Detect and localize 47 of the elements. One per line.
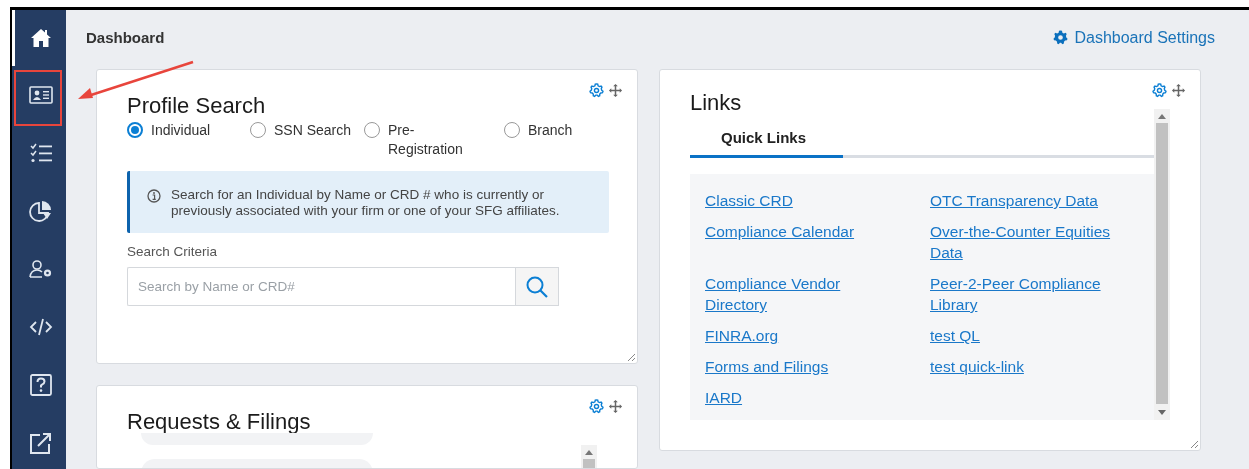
link[interactable]: Over-the-Counter Equities Data (930, 221, 1135, 263)
search-icon (525, 274, 549, 299)
move-icon[interactable] (1171, 83, 1186, 98)
link[interactable]: Forms and Filings (705, 356, 829, 377)
checklist-icon (28, 142, 53, 163)
info-icon (147, 189, 161, 203)
id-card-icon (28, 85, 53, 104)
settings-icon (1053, 30, 1069, 45)
link[interactable]: OTC Transparency Data (930, 190, 1098, 211)
radio-label: Pre-Registration (388, 121, 464, 159)
pie-chart-icon (28, 199, 53, 222)
settings-icon[interactable] (1152, 83, 1167, 98)
link[interactable]: IARD (705, 387, 743, 408)
move-icon[interactable] (608, 399, 623, 414)
radio-button[interactable] (127, 122, 143, 138)
card-title: Requests & Filings (127, 409, 311, 435)
search-field[interactable]: Search by Name or CRD# (127, 267, 515, 306)
card-title: Links (690, 90, 742, 116)
link[interactable]: Classic CRD (705, 190, 793, 211)
link[interactable]: test QL (930, 325, 980, 346)
resize-handle[interactable] (1190, 440, 1199, 449)
settings-icon[interactable] (589, 83, 604, 98)
link[interactable]: test quick-link (930, 356, 1024, 377)
help-icon (29, 373, 52, 396)
radio-label: Branch (528, 121, 574, 140)
scrollbar[interactable] (1154, 109, 1170, 420)
radio-label: Individual (151, 121, 211, 140)
settings-icon[interactable] (589, 399, 604, 414)
info-text: Search for an Individual by Name or CRD # who is currently or previously associated with your firm or one of your SFG affiliates. (171, 187, 561, 219)
search-button[interactable] (515, 267, 559, 306)
link[interactable]: Compliance Calendar (705, 221, 855, 242)
move-icon[interactable] (608, 83, 623, 98)
code-icon (28, 316, 53, 337)
field-label: Search Criteria (127, 244, 219, 259)
link[interactable]: Peer-2-Peer Compliance Library (930, 273, 1135, 315)
dashboard-settings-link[interactable]: Dashboard Settings (1053, 28, 1215, 47)
radio-label: SSN Search (274, 121, 353, 140)
link[interactable]: Compliance Vendor Directory (705, 273, 865, 315)
resize-handle[interactable] (627, 353, 636, 362)
home-icon (29, 27, 52, 48)
external-link-icon (28, 431, 53, 455)
card-title: Profile Search (127, 94, 266, 118)
highlight-box (14, 70, 62, 126)
page-title: Dashboard (86, 29, 165, 46)
link[interactable]: FINRA.org (705, 325, 779, 346)
user-settings-icon (28, 258, 53, 279)
tab[interactable]: Quick Links (690, 129, 843, 158)
